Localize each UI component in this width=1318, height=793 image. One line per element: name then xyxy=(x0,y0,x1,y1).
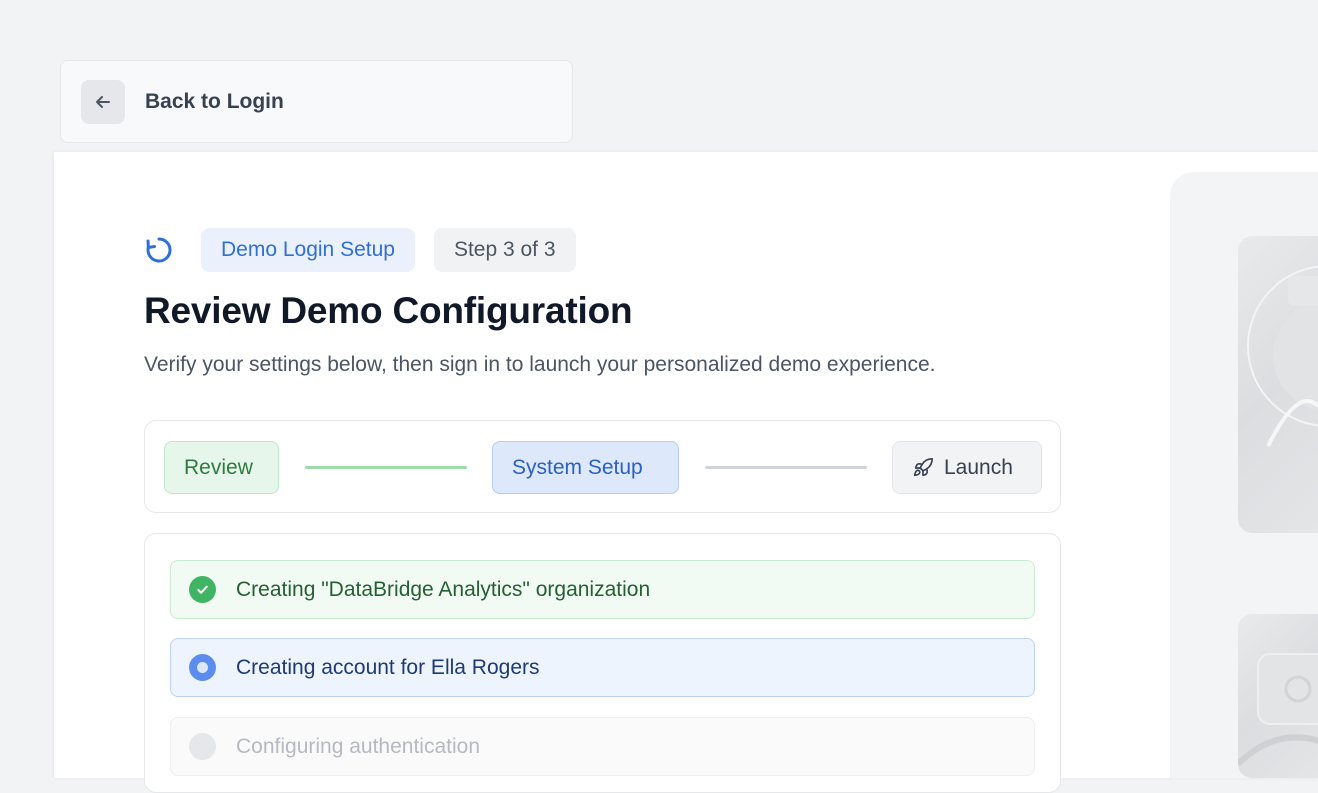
progress-stepper: Review System Setup Launch xyxy=(144,420,1061,513)
arrow-left-icon xyxy=(96,95,110,108)
step-system-setup-label: System Setup xyxy=(512,455,643,479)
step-system-setup[interactable]: System Setup xyxy=(492,441,679,494)
task-item-create-account: Creating account for Ella Rogers xyxy=(170,638,1035,697)
page-title: Review Demo Configuration xyxy=(144,290,633,331)
back-to-login-card[interactable]: Back to Login xyxy=(60,60,573,143)
task-label: Creating account for Ella Rogers xyxy=(236,655,540,679)
step-launch-label: Launch xyxy=(944,455,1013,479)
task-label: Configuring authentication xyxy=(236,734,481,758)
radio-active-icon xyxy=(189,654,216,681)
preview-image-bottom xyxy=(1238,614,1318,778)
step-count-badge: Step 3 of 3 xyxy=(433,228,576,272)
back-button[interactable] xyxy=(81,79,125,124)
step-review-label: Review xyxy=(184,455,253,479)
back-to-login-label[interactable]: Back to Login xyxy=(145,90,284,114)
header-row: Demo Login Setup Step 3 of 3 xyxy=(144,228,576,272)
task-item-configure-authentication: Configuring authentication xyxy=(170,717,1035,776)
demo-login-setup-badge: Demo Login Setup xyxy=(201,228,415,272)
task-item-create-organization: Creating "DataBridge Analytics" organiza… xyxy=(170,560,1035,619)
step-connector-complete xyxy=(305,466,467,469)
pending-circle-icon xyxy=(189,733,216,760)
task-label: Creating "DataBridge Analytics" organiza… xyxy=(236,577,651,601)
step-connector-upcoming xyxy=(705,466,867,469)
step-review[interactable]: Review xyxy=(164,441,279,494)
loading-spinner-icon xyxy=(144,232,180,268)
step-launch[interactable]: Launch xyxy=(892,441,1042,494)
check-circle-icon xyxy=(189,576,216,603)
page-subtitle: Verify your settings below, then sign in… xyxy=(144,353,936,376)
setup-tasks-panel: Creating "DataBridge Analytics" organiza… xyxy=(144,533,1061,793)
preview-image-top xyxy=(1238,236,1318,533)
rocket-icon xyxy=(913,457,933,476)
